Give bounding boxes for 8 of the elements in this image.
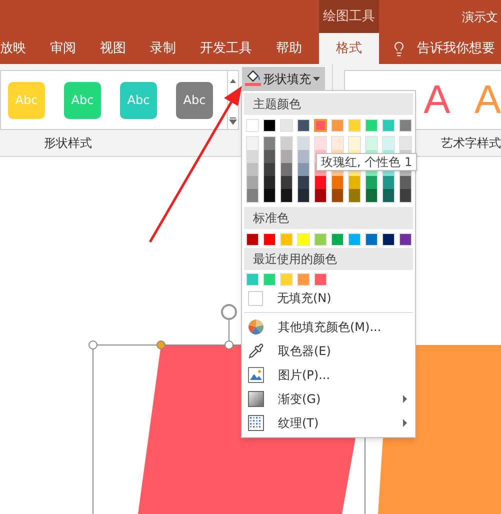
- group-label: 形状样式: [43, 135, 93, 152]
- section-header: 标准色: [244, 207, 413, 229]
- contextual-tab-label: 绘图工具: [319, 0, 379, 33]
- section-header: 主题颜色: [244, 93, 413, 115]
- section-header: 最近使用的颜色: [244, 248, 413, 270]
- window-title: 演示文: [462, 8, 498, 26]
- group-label: 艺术字样式: [441, 135, 501, 152]
- color-tooltip: 玫瑰红, 个性色 1: [316, 153, 418, 171]
